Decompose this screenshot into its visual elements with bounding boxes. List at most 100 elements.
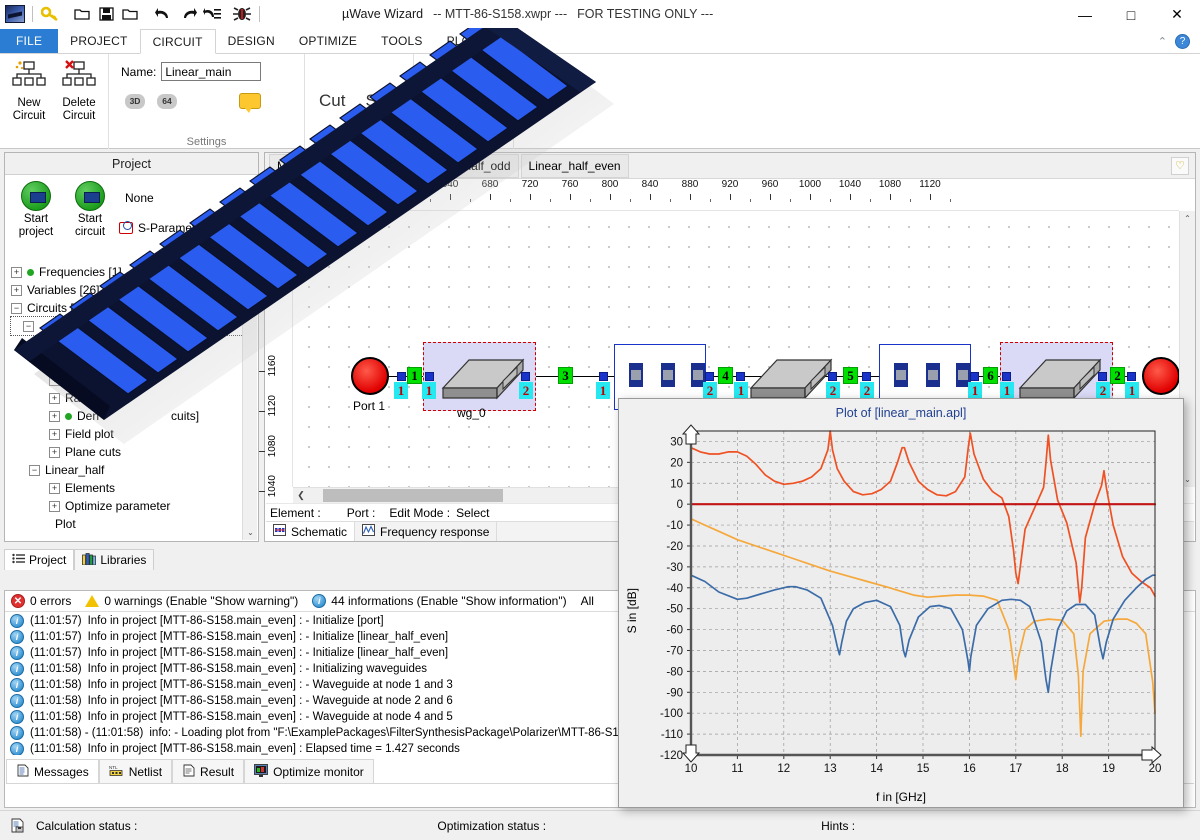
collapse-ribbon-icon[interactable]: ⌃ — [1158, 35, 1167, 48]
waveguide-symbol-wg0[interactable] — [441, 350, 525, 400]
project-tree-scrollbar[interactable]: ⌄ — [242, 263, 257, 540]
tree-item-frequencies[interactable]: + Frequencies [1] — [11, 263, 258, 281]
start-project-button[interactable]: Start project — [11, 181, 61, 239]
delete-circuit-button[interactable]: Delete Circuit — [54, 56, 104, 149]
tab-schematic[interactable]: Schematic — [266, 522, 356, 541]
key-icon[interactable] — [39, 3, 61, 25]
expander-icon[interactable]: + — [11, 266, 22, 278]
open-folder-icon[interactable] — [119, 3, 141, 25]
sparameter-row[interactable]: S-Parameter — [119, 221, 206, 235]
tree-item-plane-cuts[interactable]: + Plane cuts — [11, 443, 258, 461]
warnings-filter[interactable]: 0 warnings (Enable "Show warning") — [85, 594, 298, 608]
tab-netlist[interactable]: NTL Netlist — [98, 759, 173, 783]
tab-result[interactable]: Result — [172, 759, 245, 783]
sidebar-tab-libraries[interactable]: Libraries — [74, 549, 155, 570]
tab-project[interactable]: PROJECT — [58, 29, 139, 53]
node-marker[interactable] — [828, 372, 837, 381]
expander-icon[interactable]: + — [49, 446, 60, 458]
schematic-tab-linear-half-odd[interactable]: Linear_half_odd — [416, 153, 519, 178]
schematic-tab-linear-half-even[interactable]: Linear_half_even — [520, 153, 629, 178]
node-marker[interactable] — [1002, 372, 1011, 381]
start-circuit-button[interactable]: Start circuit — [65, 181, 115, 239]
expander-icon[interactable]: + — [49, 428, 60, 440]
scroll-down-icon[interactable]: ⌄ — [243, 525, 258, 540]
minimize-button[interactable]: — — [1062, 0, 1108, 29]
mat-button[interactable]: Mat — [465, 56, 509, 149]
expander-icon[interactable]: + — [49, 482, 60, 494]
favorite-icon[interactable]: ♡ — [1171, 156, 1189, 175]
tab-plot[interactable]: PLOT — [435, 29, 491, 53]
scroll-up-icon[interactable]: ⌃ — [1180, 211, 1195, 226]
tree-item-plot[interactable]: Plot — [11, 515, 258, 533]
tree-item-optimize-parameter[interactable]: + Optimize parameter — [11, 497, 258, 515]
app-logo-icon[interactable] — [4, 3, 26, 25]
cut-button[interactable]: Cut — [309, 66, 355, 136]
expander-icon[interactable]: + — [11, 284, 22, 296]
expander-icon[interactable]: − — [29, 464, 40, 476]
tree-item-linear-half[interactable]: − Linear_half — [11, 461, 258, 479]
tree-item-field-plot[interactable]: + Field plot — [11, 425, 258, 443]
save-icon[interactable] — [95, 3, 117, 25]
expander-icon[interactable]: + — [49, 374, 60, 386]
tree-item-selected[interactable]: − — [10, 316, 252, 336]
waveguide-symbol-wg8[interactable] — [749, 350, 833, 400]
all-filter[interactable]: All — [581, 594, 594, 608]
tab-messages[interactable]: Messages — [6, 759, 99, 783]
save-settings-icon[interactable] — [518, 56, 550, 149]
expander-icon[interactable]: − — [23, 320, 34, 332]
expander-icon[interactable]: + — [49, 500, 60, 512]
tree-item-radiation[interactable]: + Radi — [11, 389, 258, 407]
close-button[interactable]: ✕ — [1154, 0, 1200, 29]
fem-3d-button[interactable]: 3D FEM — [418, 97, 456, 131]
comment-icon[interactable] — [239, 93, 261, 113]
schematic-tab-main-odd[interactable]: Main_odd — [269, 153, 338, 178]
node-marker[interactable] — [599, 372, 608, 381]
node-marker[interactable] — [862, 372, 871, 381]
node-marker[interactable] — [521, 372, 530, 381]
3d-toggle[interactable]: 3D — [125, 93, 145, 109]
help-icon[interactable]: ? — [1175, 33, 1190, 49]
port-1-symbol[interactable] — [351, 357, 389, 395]
expander-icon[interactable]: + — [49, 392, 60, 404]
port-2-symbol[interactable] — [1142, 357, 1179, 395]
redo-icon[interactable] — [177, 3, 199, 25]
circuit-name-input[interactable] — [161, 62, 262, 81]
node-marker[interactable] — [1098, 372, 1107, 381]
tree-item-elements-hidden[interactable]: + — [11, 335, 258, 353]
expander-icon[interactable]: + — [49, 338, 60, 350]
sidebar-tab-project[interactable]: Project — [4, 549, 75, 570]
spider-icon[interactable] — [231, 3, 253, 25]
scrollbar-thumb[interactable] — [323, 489, 503, 502]
tab-circuit[interactable]: CIRCUIT — [139, 29, 216, 54]
tab-file[interactable]: FILE — [0, 29, 59, 53]
node-marker[interactable] — [970, 372, 979, 381]
schematic-tab-main-even[interactable]: Main_even — [339, 153, 415, 178]
tab-frequency-response[interactable]: Frequency response — [355, 522, 498, 541]
64bit-toggle[interactable]: 64 — [157, 93, 177, 109]
maximize-button[interactable]: □ — [1108, 0, 1154, 29]
tree-item-density[interactable]: + Den cuits] — [11, 407, 258, 425]
fem-2d-button[interactable]: 2D FEM — [418, 63, 456, 97]
tab-optimize[interactable]: OPTIMIZE — [287, 29, 369, 53]
errors-filter[interactable]: ✕ 0 errors — [11, 594, 71, 608]
undo-icon[interactable] — [153, 3, 175, 25]
tree-item-ex[interactable]: + Ex — [11, 371, 258, 389]
sym-button[interactable]: Sym — [355, 66, 409, 136]
tab-design[interactable]: DESIGN — [216, 29, 287, 53]
tree-item-variables[interactable]: + Variables [26] — [11, 281, 258, 299]
node-marker[interactable] — [736, 372, 745, 381]
tab-optimize-monitor[interactable]: Optimize monitor — [244, 759, 374, 783]
node-marker[interactable] — [1127, 372, 1136, 381]
new-circuit-button[interactable]: New Circuit — [4, 56, 54, 149]
list-icon[interactable] — [201, 3, 223, 25]
scroll-left-icon[interactable]: ❮ — [293, 488, 309, 503]
node-marker[interactable] — [705, 372, 714, 381]
informations-filter[interactable]: i 44 informations (Enable "Show informat… — [312, 594, 567, 608]
tree-item-circuits[interactable]: − Circuits [ — [11, 299, 258, 317]
plot-window[interactable]: Plot of [linear_main.apl] S in [dB] f in… — [618, 398, 1184, 808]
expander-icon[interactable]: − — [11, 302, 22, 314]
tree-item-elements[interactable]: + Elements — [11, 479, 258, 497]
expander-icon[interactable]: + — [49, 410, 60, 422]
node-marker[interactable] — [425, 372, 434, 381]
tab-tools[interactable]: TOOLS — [369, 29, 434, 53]
